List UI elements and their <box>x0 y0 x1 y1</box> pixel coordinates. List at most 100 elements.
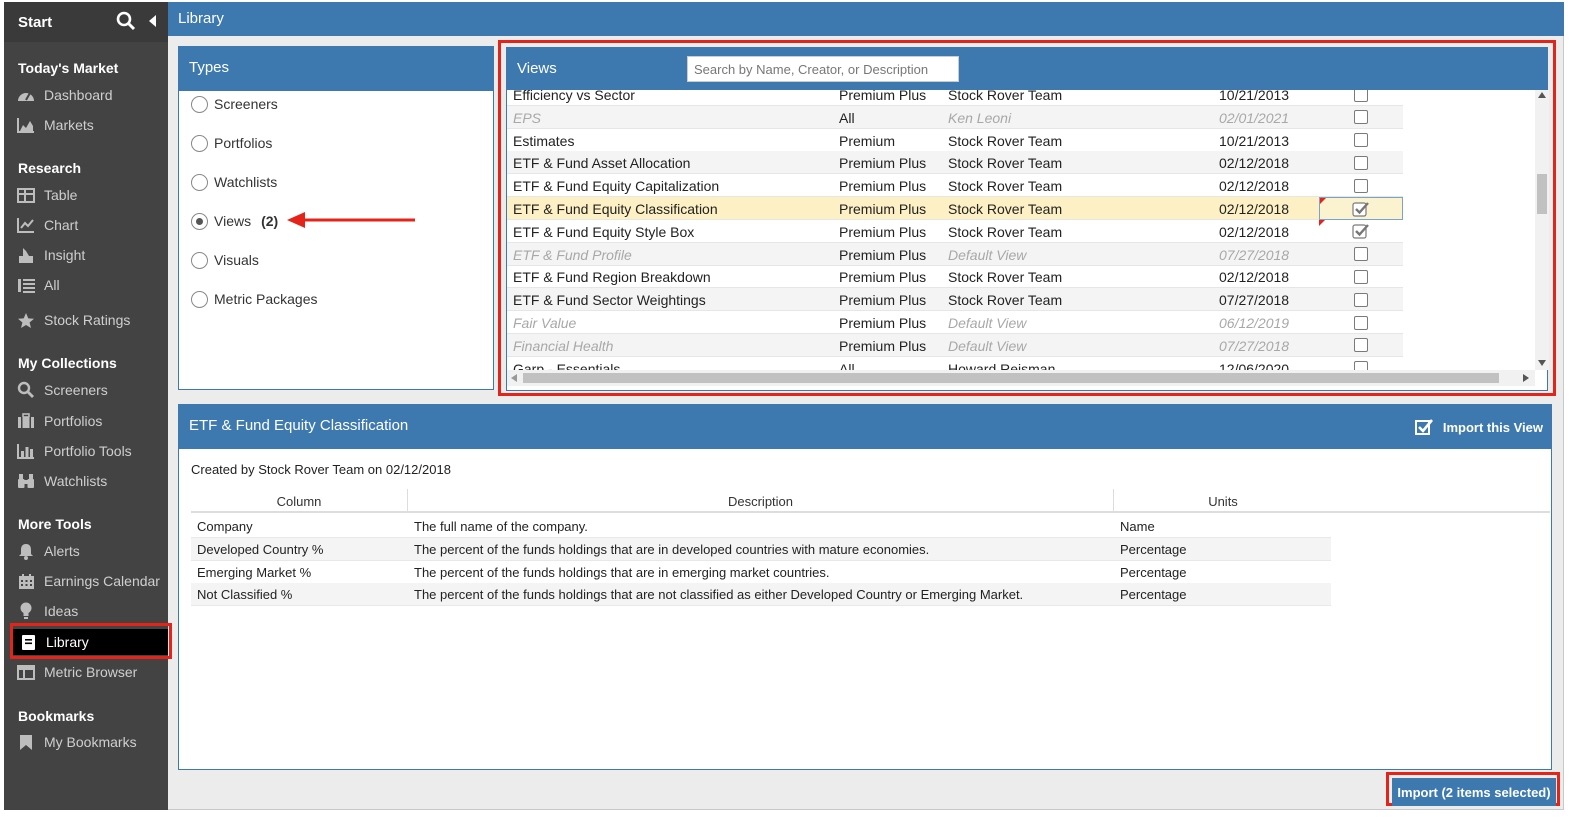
import-this-view-toggle[interactable]: Import this View <box>1414 418 1543 436</box>
sidebar-item-portfolio-tools[interactable]: Portfolio Tools <box>10 438 168 464</box>
scroll-up-arrow-icon[interactable] <box>1538 92 1546 98</box>
sidebar-item-ideas[interactable]: Ideas <box>10 598 168 624</box>
sidebar-item-screeners[interactable]: Screeners <box>10 377 168 403</box>
sidebar-item-markets[interactable]: Markets <box>10 112 168 138</box>
views-search-input[interactable] <box>687 56 959 82</box>
views-selected-count: (2) <box>261 213 279 229</box>
sidebar-item-chart[interactable]: Chart <box>10 212 168 238</box>
checkbox-unchecked[interactable] <box>1354 133 1368 148</box>
checkbox-checked-icon[interactable] <box>1414 418 1433 436</box>
view-row[interactable]: ETF & Fund Equity Capitalization Premium … <box>507 174 1403 198</box>
type-option-visuals[interactable]: Visuals <box>191 249 259 271</box>
view-select-cell[interactable] <box>1319 243 1403 266</box>
view-select-cell[interactable] <box>1319 151 1403 174</box>
view-row[interactable]: ETF & Fund Equity Classification Premium … <box>507 197 1403 220</box>
view-row[interactable]: ETF & Fund Sector Weightings Premium Plus… <box>507 288 1403 312</box>
view-select-cell[interactable] <box>1319 334 1403 357</box>
view-date: 06/12/2019 <box>1219 315 1290 331</box>
sidebar-item-insight[interactable]: Insight <box>10 242 168 268</box>
view-row[interactable]: Financial Health Premium Plus Default View… <box>507 333 1403 357</box>
checkbox-checked-icon[interactable] <box>1352 223 1370 239</box>
sidebar-item-earnings-calendar[interactable]: Earnings Calendar <box>10 568 168 594</box>
view-select-cell[interactable] <box>1319 174 1403 197</box>
sidebar-item-alerts[interactable]: Alerts <box>10 538 168 564</box>
checkbox-unchecked[interactable] <box>1354 178 1368 193</box>
checkbox-unchecked[interactable] <box>1354 155 1368 170</box>
checkbox-unchecked[interactable] <box>1354 269 1368 284</box>
view-name: Garp - Essentials <box>513 360 621 370</box>
search-icon[interactable] <box>115 10 137 32</box>
sidebar-item-stock-ratings[interactable]: Stock Ratings <box>10 307 168 333</box>
view-row[interactable]: Fair Value Premium Plus Default View 06/12/… <box>507 311 1403 334</box>
vertical-scrollbar[interactable] <box>1535 90 1549 370</box>
view-row[interactable]: ETF & Fund Asset Allocation Premium Plus S… <box>507 151 1403 175</box>
view-select-cell[interactable] <box>1319 219 1403 243</box>
start-label[interactable]: Start <box>18 14 52 31</box>
scroll-right-arrow-icon[interactable] <box>1523 374 1529 382</box>
checkbox-unchecked[interactable] <box>1354 338 1368 353</box>
checkbox-unchecked[interactable] <box>1354 247 1368 262</box>
radio-button-selected[interactable] <box>191 212 208 230</box>
column-header-description[interactable]: Description <box>408 489 1114 513</box>
sidebar-item-watchlists[interactable]: Watchlists <box>10 468 168 494</box>
view-row[interactable]: ETF & Fund Region Breakdown Premium Plus S… <box>507 265 1403 289</box>
view-select-cell[interactable] <box>1319 357 1403 370</box>
view-select-cell[interactable] <box>1319 90 1403 106</box>
view-row[interactable]: Garp - Essentials All Howard Reisman 12/06/… <box>507 357 1403 370</box>
view-name: ETF & Fund Sector Weightings <box>513 292 706 309</box>
checkbox-unchecked[interactable] <box>1354 110 1368 125</box>
view-row[interactable]: ETF & Fund Profile Premium Plus Default Vi… <box>507 242 1403 266</box>
type-option-views[interactable]: Views (2) <box>191 210 278 232</box>
view-row[interactable]: EPS All Ken Leoni 02/01/2021 <box>507 105 1403 129</box>
horizontal-scrollbar[interactable] <box>507 370 1535 386</box>
sidebar-item-portfolios[interactable]: Portfolios <box>10 408 168 434</box>
view-select-cell[interactable] <box>1319 197 1403 220</box>
magnifier-icon <box>16 381 36 399</box>
view-select-cell[interactable] <box>1319 311 1403 334</box>
radio-button[interactable] <box>191 290 208 308</box>
sidebar-item-table[interactable]: Table <box>10 182 168 208</box>
sidebar-item-my-bookmarks[interactable]: My Bookmarks <box>10 729 168 755</box>
radio-button[interactable] <box>191 173 208 191</box>
view-row[interactable]: Efficiency vs Sector Premium Plus Stock Ro… <box>507 90 1403 106</box>
checkbox-unchecked[interactable] <box>1354 292 1368 307</box>
checkbox-checked-icon[interactable] <box>1352 201 1370 217</box>
import-button[interactable]: Import (2 items selected) <box>1392 778 1556 806</box>
scroll-left-arrow-icon[interactable] <box>511 374 517 382</box>
collapse-arrow-icon[interactable] <box>146 12 158 30</box>
view-select-cell[interactable] <box>1319 265 1403 288</box>
view-row[interactable]: ETF & Fund Equity Style Box Premium Plus S… <box>507 219 1403 243</box>
radio-button[interactable] <box>191 251 208 269</box>
view-name: Estimates <box>513 132 575 149</box>
checkbox-unchecked[interactable] <box>1354 361 1368 370</box>
view-select-cell[interactable] <box>1319 129 1403 152</box>
checkbox-unchecked[interactable] <box>1354 315 1368 330</box>
view-row[interactable]: Estimates Premium Stock Rover Team 10/21/20… <box>507 129 1403 152</box>
type-option-metric-packages[interactable]: Metric Packages <box>191 288 317 310</box>
sidebar-item-all[interactable]: All <box>10 272 168 298</box>
type-option-label: Watchlists <box>214 174 278 190</box>
sidebar-item-label: Ideas <box>44 603 79 619</box>
sidebar-item-dashboard[interactable]: Dashboard <box>10 82 168 108</box>
column-header-units[interactable]: Units <box>1114 489 1332 513</box>
area-chart-icon <box>16 116 36 134</box>
scroll-thumb[interactable] <box>1537 174 1547 214</box>
column-header-column[interactable]: Column <box>191 489 408 513</box>
checkbox-unchecked[interactable] <box>1354 90 1368 102</box>
type-option-screeners[interactable]: Screeners <box>191 93 278 115</box>
scroll-thumb[interactable] <box>523 373 1499 383</box>
view-select-cell[interactable] <box>1319 106 1403 129</box>
type-option-portfolios[interactable]: Portfolios <box>191 132 272 154</box>
sidebar-item-label: My Bookmarks <box>44 734 137 750</box>
scroll-down-arrow-icon[interactable] <box>1538 360 1546 366</box>
view-date: 02/12/2018 <box>1219 201 1290 217</box>
view-creator: Default View <box>948 315 1027 331</box>
view-select-cell[interactable] <box>1319 288 1403 311</box>
radio-button[interactable] <box>191 134 208 152</box>
sidebar-item-metric-browser[interactable]: Metric Browser <box>10 659 168 685</box>
type-option-watchlists[interactable]: Watchlists <box>191 171 277 193</box>
column-units: Percentage <box>1120 541 1187 557</box>
section-more-tools: More Tools <box>18 516 92 532</box>
view-creator: Default View <box>948 246 1027 263</box>
radio-button[interactable] <box>191 95 208 113</box>
